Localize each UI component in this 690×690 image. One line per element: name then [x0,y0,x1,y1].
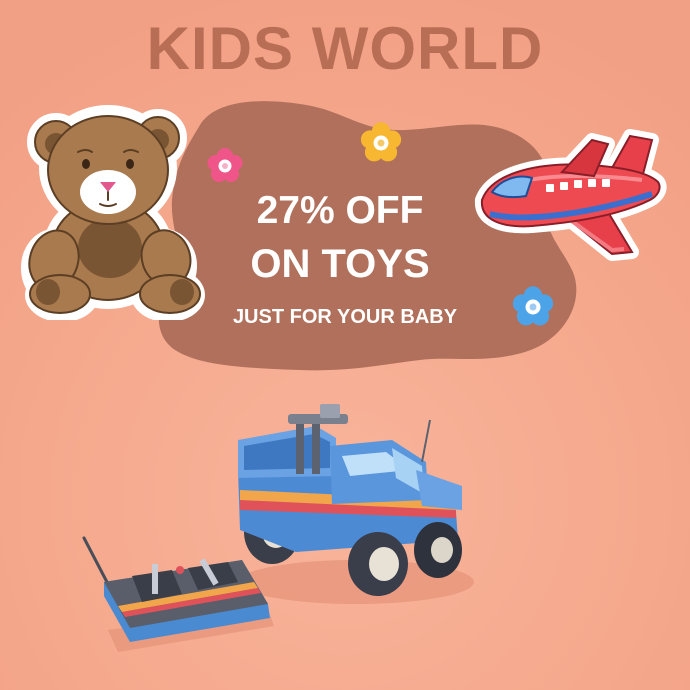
promo-discount: 27% OFF [256,189,424,232]
poster: KIDS WORLD 27% OFF ON TOYS JUST FOR YOUR… [0,0,690,690]
flower-icon [512,286,554,326]
promo-category: ON TOYS [250,242,430,286]
remote-control-icon [82,536,274,652]
flower-icon [360,122,402,162]
promo-tagline: JUST FOR YOUR BABY [232,306,458,328]
teddy-bear-icon [21,105,205,320]
toy-airplane-icon [474,129,667,261]
